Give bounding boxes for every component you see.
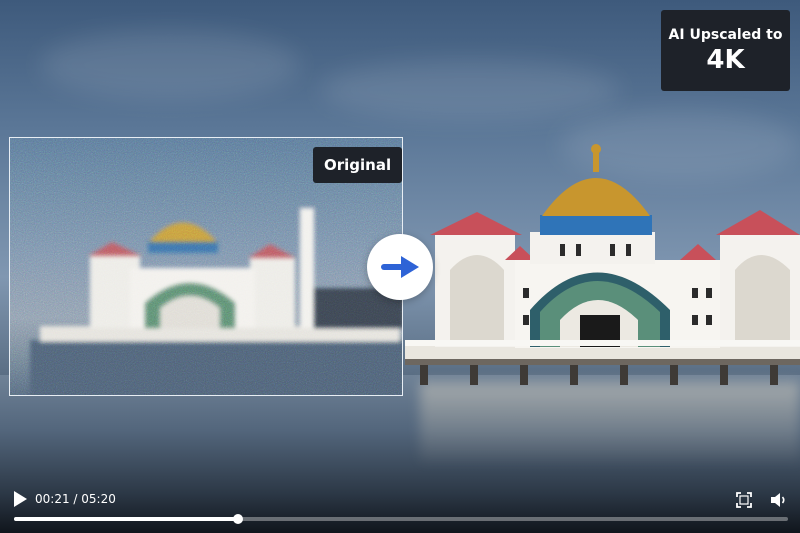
time-display: 00:21 / 05:20 xyxy=(35,492,116,506)
upscaled-mosque-image xyxy=(405,144,800,385)
player-controls xyxy=(0,483,800,533)
resolution-label: 4K xyxy=(706,44,745,75)
arrow-right-icon xyxy=(381,256,419,278)
progress-fill xyxy=(14,517,239,521)
original-badge: Original xyxy=(313,147,403,183)
ai-upscaled-badge: AI Upscaled to 4K xyxy=(661,10,790,91)
video-frame: Original AI Upscaled to 4K 00:21 / 05:20 xyxy=(0,0,800,533)
compare-arrow-button[interactable] xyxy=(367,234,433,300)
mosque-reflection xyxy=(420,382,800,462)
fullscreen-icon[interactable] xyxy=(736,492,752,508)
progress-bar[interactable] xyxy=(14,514,788,524)
cloud xyxy=(40,30,300,100)
ai-upscaled-label: AI Upscaled to xyxy=(668,26,783,43)
volume-icon[interactable] xyxy=(770,491,788,509)
original-badge-label: Original xyxy=(324,156,392,174)
cloud xyxy=(320,60,620,120)
play-icon[interactable] xyxy=(12,490,28,508)
